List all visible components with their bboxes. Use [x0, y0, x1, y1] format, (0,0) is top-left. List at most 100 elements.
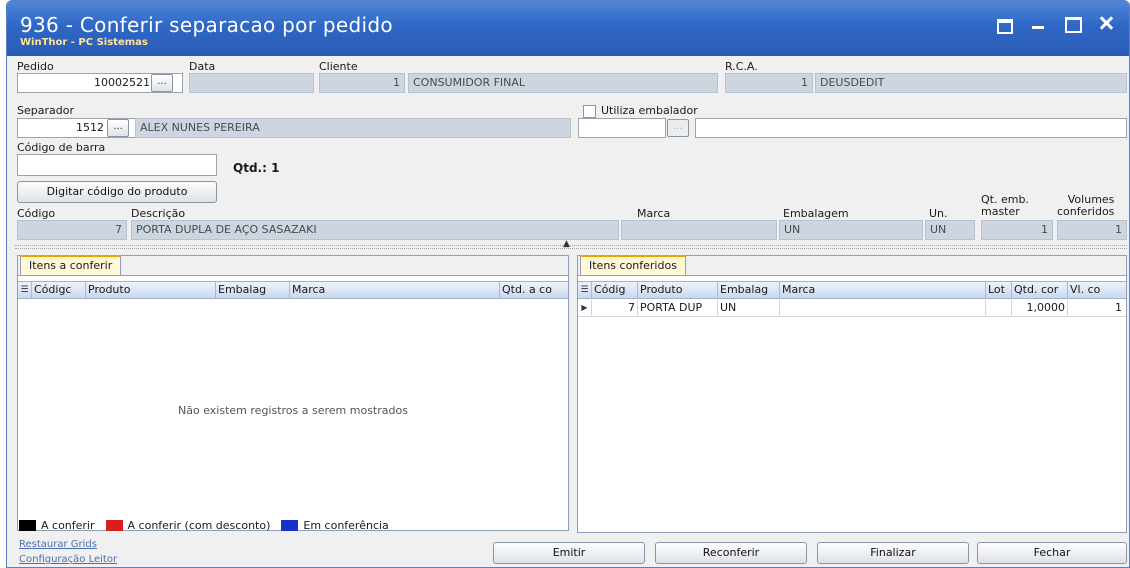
- legend-swatch-blue: [281, 520, 299, 531]
- left-col-marca[interactable]: Marca: [290, 282, 500, 298]
- restore-icon[interactable]: [993, 13, 1015, 34]
- close-icon[interactable]: [1095, 13, 1117, 33]
- embalador-lookup-button[interactable]: ...: [667, 119, 689, 137]
- reconferir-label: Reconferir: [702, 546, 760, 559]
- data-label: Data: [189, 60, 216, 73]
- embalagem-field: UN: [779, 220, 923, 240]
- window-controls: [993, 13, 1117, 34]
- left-col-codigo[interactable]: Códigc: [32, 282, 86, 298]
- empty-message: Não existem registros a serem mostrados: [178, 404, 408, 417]
- right-col-codigo[interactable]: Códig: [592, 282, 638, 298]
- panel-splitter[interactable]: [15, 245, 1127, 249]
- itens-conferidos-panel: Itens conferidos ☰ Códig Produto Embalag…: [577, 255, 1127, 533]
- qt-emb-label-line2: master: [981, 205, 1020, 218]
- separador-name-field: ALEX NUNES PEREIRA: [135, 118, 571, 138]
- volumes-label-line2: conferidos: [1057, 205, 1115, 218]
- fechar-label: Fechar: [1033, 546, 1071, 559]
- marca-label: Marca: [637, 207, 671, 220]
- cell-vl: 1: [1115, 301, 1122, 314]
- status-legend: A conferir A conferir (com desconto) Em …: [19, 519, 395, 532]
- itens-a-conferir-panel: Itens a conferir ☰ Códigc Produto Embala…: [17, 255, 569, 531]
- configuracao-leitor-link[interactable]: Configuração Leitor: [19, 554, 117, 565]
- cell-qtd: 1,0000: [1012, 300, 1068, 316]
- pedido-lookup-button[interactable]: ...: [151, 74, 173, 92]
- volumes-field: 1: [1057, 220, 1127, 240]
- embalador-label: Utiliza embalador: [601, 104, 698, 117]
- embalador-name-field: [695, 118, 1127, 138]
- finalizar-button[interactable]: Finalizar: [817, 542, 969, 564]
- right-col-produto[interactable]: Produto: [638, 282, 718, 298]
- legend-label: A conferir: [41, 519, 95, 532]
- un-field: UN: [925, 220, 975, 240]
- pedido-label: Pedido: [17, 60, 54, 73]
- descricao-label: Descrição: [131, 207, 186, 220]
- maximize-icon[interactable]: [1061, 13, 1083, 33]
- splitter-grip-icon[interactable]: ▲: [563, 239, 570, 249]
- cell-marca: [780, 300, 986, 316]
- title-bar[interactable]: 936 - Conferir separacao por pedido WinT…: [7, 1, 1129, 56]
- finalizar-label: Finalizar: [870, 546, 916, 559]
- right-col-embalagem[interactable]: Embalag: [718, 282, 780, 298]
- emitir-button[interactable]: Emitir: [493, 542, 645, 564]
- embalagem-label: Embalagem: [783, 207, 849, 220]
- cliente-label: Cliente: [319, 60, 358, 73]
- right-col-lote[interactable]: Lot: [986, 282, 1012, 298]
- qt-emb-label: Qt. emb. master: [981, 194, 1029, 218]
- tab-itens-conferidos[interactable]: Itens conferidos: [580, 255, 686, 275]
- legend-label: A conferir (com desconto): [127, 519, 271, 532]
- embalador-code-input[interactable]: [578, 118, 666, 138]
- separador-label: Separador: [17, 104, 74, 117]
- main-window: 936 - Conferir separacao por pedido WinT…: [6, 0, 1130, 568]
- right-col-marca[interactable]: Marca: [780, 282, 986, 298]
- marca-field: [621, 220, 777, 240]
- volumes-label: Volumes conferidos: [1057, 194, 1114, 218]
- left-col-embalagem[interactable]: Embalag: [216, 282, 290, 298]
- digitar-codigo-button[interactable]: Digitar código do produto: [17, 181, 217, 203]
- descricao-field: PORTA DUPLA DE AÇO SASAZAKI: [131, 220, 619, 240]
- legend-a-conferir: A conferir: [19, 519, 95, 532]
- cell-embalagem: UN: [718, 300, 780, 316]
- tab-itens-a-conferir[interactable]: Itens a conferir: [20, 255, 122, 275]
- pedido-value: 10002521: [94, 76, 150, 89]
- left-tabstrip: Itens a conferir: [18, 255, 568, 276]
- legend-swatch-red: [105, 520, 123, 531]
- cliente-name-field: CONSUMIDOR FINAL: [408, 73, 718, 93]
- left-grid-header: ☰ Códigc Produto Embalag Marca Qtd. a co: [18, 281, 568, 299]
- left-col-qtd[interactable]: Qtd. a co: [500, 282, 566, 298]
- data-field: [189, 73, 314, 93]
- legend-swatch-black: [19, 520, 36, 531]
- legend-label: Em conferência: [303, 519, 389, 532]
- left-col-produto[interactable]: Produto: [86, 282, 216, 298]
- fechar-button[interactable]: Fechar: [977, 542, 1127, 564]
- embalador-checkbox[interactable]: [583, 105, 596, 118]
- restaurar-grids-link[interactable]: Restaurar Grids: [19, 539, 97, 550]
- barcode-label: Código de barra: [17, 141, 106, 154]
- digitar-codigo-label: Digitar código do produto: [46, 185, 188, 198]
- table-row[interactable]: ▶ 7 PORTA DUP UN 1,0000 1: [578, 300, 1126, 317]
- minimize-icon[interactable]: [1027, 13, 1049, 33]
- window-subtitle: WinThor - PC Sistemas: [20, 37, 148, 48]
- reconferir-button[interactable]: Reconferir: [655, 542, 807, 564]
- right-grid-header: ☰ Códig Produto Embalag Marca Lot Qtd. c…: [578, 281, 1126, 299]
- qt-emb-field: 1: [981, 220, 1053, 240]
- right-col-vl[interactable]: Vl. co: [1068, 282, 1124, 298]
- window-title: 936 - Conferir separacao por pedido: [20, 13, 393, 37]
- separador-lookup-button[interactable]: ...: [107, 119, 129, 137]
- qtd-text: Qtd.: 1: [233, 161, 280, 175]
- column-chooser-icon[interactable]: ☰: [18, 282, 32, 298]
- codigo-label: Código: [17, 207, 56, 220]
- rca-code-field: 1: [725, 73, 813, 93]
- codigo-field: 7: [17, 220, 127, 240]
- row-indicator-icon: ▶: [578, 300, 592, 316]
- right-tabstrip: Itens conferidos: [578, 255, 1126, 276]
- column-chooser-icon[interactable]: ☰: [578, 282, 592, 298]
- un-label: Un.: [929, 207, 948, 220]
- cliente-code-field: 1: [319, 73, 405, 93]
- emitir-label: Emitir: [552, 546, 586, 559]
- legend-em-conferencia: Em conferência: [281, 519, 389, 532]
- separador-value: 1512: [76, 121, 104, 134]
- barcode-input[interactable]: [17, 154, 217, 176]
- cell-lote: [986, 300, 1012, 316]
- right-col-qtd[interactable]: Qtd. cor: [1012, 282, 1068, 298]
- rca-name-field: DEUSDEDIT: [815, 73, 1127, 93]
